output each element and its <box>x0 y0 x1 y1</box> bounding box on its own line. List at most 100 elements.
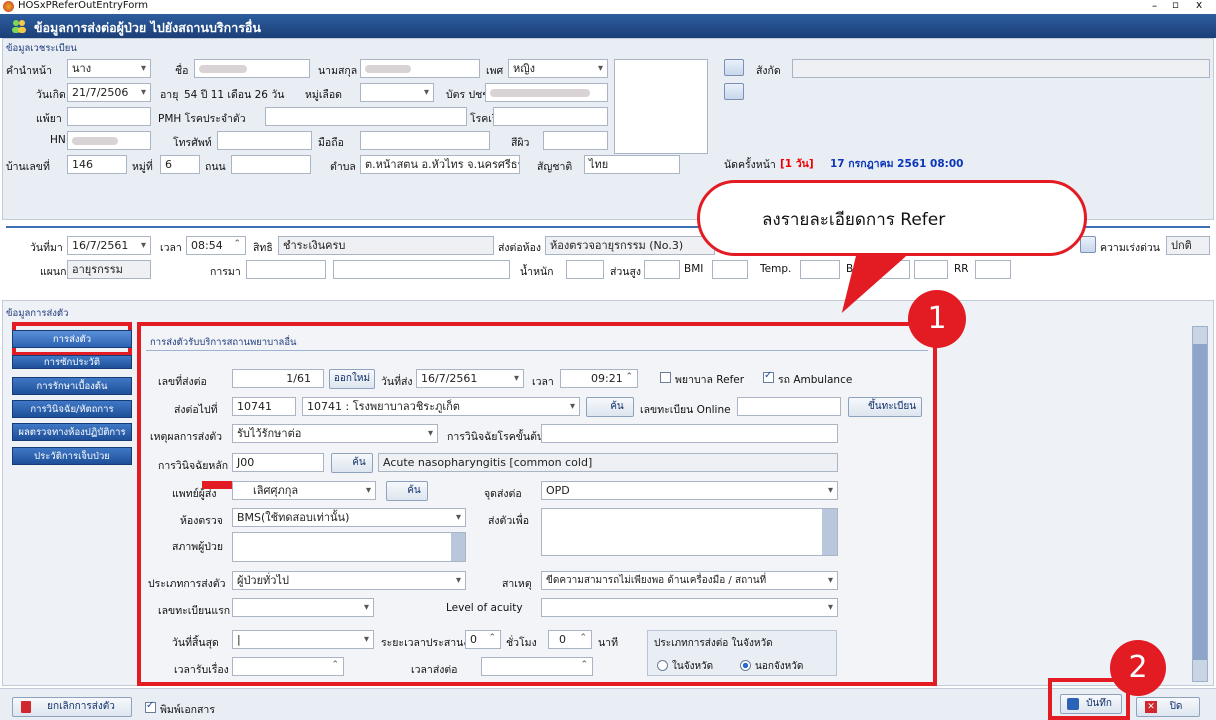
exam-room-select[interactable]: BMS(ใช้ทดสอบเท่านั้น) <box>232 508 466 527</box>
moo-field[interactable]: 6 <box>160 155 200 174</box>
online-reg-label: เลขทะเบียน Online <box>640 404 731 416</box>
patient-cond-field[interactable] <box>232 532 466 562</box>
blood-label: หมู่เลือด <box>305 89 342 101</box>
visit-time-field[interactable]: 08:54 <box>186 236 246 255</box>
print-checkbox[interactable] <box>145 700 156 713</box>
cond-scrollbar[interactable] <box>451 533 465 561</box>
close-button[interactable]: ✕ ปิด <box>1136 697 1200 717</box>
visit-date-field[interactable]: 16/7/2561 <box>67 236 151 255</box>
refer-type-select[interactable]: ผู้ป่วยทั่วไป <box>232 571 466 590</box>
doctor-select[interactable]: เลิศศุภกุล <box>232 481 376 500</box>
tambon-field[interactable]: ต.หน้าสตน อ.หัวไทร จ.นครศรีธรรมราช <box>360 155 520 174</box>
nav-lab[interactable]: ผลตรวจทางห้องปฏิบัติการ <box>12 423 132 441</box>
weight-label: น้ำหนัก <box>520 266 554 278</box>
cancel-refer-button[interactable]: ยกเลิกการส่งตัว <box>12 697 132 717</box>
acuity-label: Level of acuity <box>446 602 523 614</box>
refer-to-hospital[interactable]: 10741 : โรงพยาบาลวชิระภูเก็ต <box>302 397 580 416</box>
refer-point-select[interactable]: OPD <box>541 481 838 500</box>
dept-label: แผนก <box>40 266 67 278</box>
send-time-field[interactable]: 09:21 <box>560 369 638 388</box>
receive-time-field[interactable] <box>232 657 344 676</box>
send-date-label: วันที่ส่ง <box>381 376 413 388</box>
nurse-refer-checkbox[interactable] <box>660 372 671 383</box>
phone-field[interactable] <box>217 131 312 150</box>
main-dx-code[interactable]: J00 <box>232 453 324 472</box>
dx-search-button[interactable]: ค้น <box>331 453 373 473</box>
trash-icon <box>21 701 31 713</box>
refer-to-code[interactable]: 10741 <box>232 397 296 416</box>
house-field[interactable]: 146 <box>67 155 127 174</box>
come-field[interactable] <box>246 260 326 279</box>
end-date-field[interactable]: | <box>232 630 374 649</box>
nav-illness-history[interactable]: ประวัติการเจ็บป่วย <box>12 447 132 465</box>
nav-refer[interactable]: การส่งตัว <box>12 330 132 348</box>
mobile-field[interactable] <box>360 131 490 150</box>
temp-label: Temp. <box>760 263 792 275</box>
affiliation-field[interactable] <box>792 59 1210 78</box>
send-room-field: ห้องตรวจอายุรกรรม (No.3) <box>545 236 715 255</box>
dob-field[interactable]: 21/7/2506 <box>67 83 151 102</box>
bp-field-2[interactable] <box>914 260 948 279</box>
out-province-radio[interactable] <box>740 660 751 671</box>
skin-field[interactable] <box>543 131 608 150</box>
patient-photo <box>614 59 708 154</box>
urgency-field: ปกติ <box>1166 236 1210 255</box>
photo-person-icon[interactable] <box>724 59 744 76</box>
cause-label: สาเหตุ <box>502 578 532 590</box>
nav-treatment[interactable]: การรักษาเบื้องต้น <box>12 377 132 395</box>
hospital-search-button[interactable]: ค้น <box>586 397 634 417</box>
cause-select[interactable]: ขีดความสามารถไม่เพียงพอ ด้านเครื่องมือ /… <box>541 571 838 590</box>
doctor-search-button[interactable]: ค้น <box>386 481 428 501</box>
minimize-button[interactable]: – <box>1152 0 1157 12</box>
allergy-label: แพ้ยา <box>36 113 62 125</box>
appointment-days: [1 วัน] <box>780 158 814 170</box>
temp-field[interactable] <box>800 260 840 279</box>
reason-select[interactable]: รับไว้รักษาต่อ <box>232 424 438 443</box>
title-select[interactable]: นาง <box>67 59 151 78</box>
close-window-button[interactable]: x <box>1196 0 1202 11</box>
first-reg-select[interactable] <box>232 598 374 617</box>
skin-label: สีผิว <box>511 137 530 149</box>
blood-select[interactable] <box>360 83 434 102</box>
patient-cond-label: สภาพผู้ป่วย <box>172 541 224 553</box>
scroll-thumb[interactable] <box>1193 344 1207 660</box>
ambulance-checkbox[interactable] <box>763 370 774 383</box>
allergy-field[interactable] <box>67 107 151 126</box>
sex-select[interactable]: หญิง <box>508 59 608 78</box>
come-detail-field[interactable] <box>333 260 510 279</box>
cid-field[interactable] <box>485 83 608 102</box>
nav-diagnosis[interactable]: การวินิจฉัย/หัตถการ <box>12 400 132 418</box>
hn-field[interactable] <box>67 131 151 150</box>
road-label: ถนน <box>205 161 226 173</box>
refer-no-field[interactable]: 1/61 <box>232 369 324 388</box>
rr-field[interactable] <box>975 260 1011 279</box>
nav-history[interactable]: การซักประวัติ <box>12 355 132 369</box>
online-reg-field[interactable] <box>737 397 841 416</box>
firstname-field[interactable] <box>194 59 310 78</box>
weight-field[interactable] <box>566 260 604 279</box>
bmi-field[interactable] <box>712 260 748 279</box>
height-field[interactable] <box>644 260 680 279</box>
in-province-radio[interactable] <box>657 660 668 671</box>
send-date-field[interactable]: 16/7/2561 <box>416 369 524 388</box>
acuity-select[interactable] <box>541 598 838 617</box>
pmh-field[interactable] <box>265 107 467 126</box>
photo-capture-icon[interactable] <box>724 83 744 100</box>
calendar-icon[interactable] <box>1080 236 1096 253</box>
register-button[interactable]: ขึ้นทะเบียน <box>848 397 922 417</box>
prelim-dx-field[interactable] <box>541 424 838 443</box>
maximize-button[interactable]: ▫ <box>1172 0 1179 11</box>
save-button[interactable]: บันทึก <box>1060 694 1122 714</box>
send-out-time-field[interactable] <box>481 657 593 676</box>
lastname-field[interactable] <box>360 59 480 78</box>
road-field[interactable] <box>231 155 311 174</box>
coord-minutes-field[interactable]: 0 <box>548 630 592 649</box>
nation-field[interactable]: ไทย <box>584 155 680 174</box>
purpose-field[interactable] <box>541 508 838 556</box>
refer-point-label: จุดส่งต่อ <box>484 488 522 500</box>
purpose-label: ส่งตัวเพื่อ <box>488 515 530 527</box>
new-number-button[interactable]: ออกใหม่ <box>329 369 375 389</box>
chronic-field[interactable] <box>493 107 608 126</box>
purpose-scrollbar[interactable] <box>822 509 837 555</box>
coord-hours-field[interactable]: 0 <box>465 630 501 649</box>
